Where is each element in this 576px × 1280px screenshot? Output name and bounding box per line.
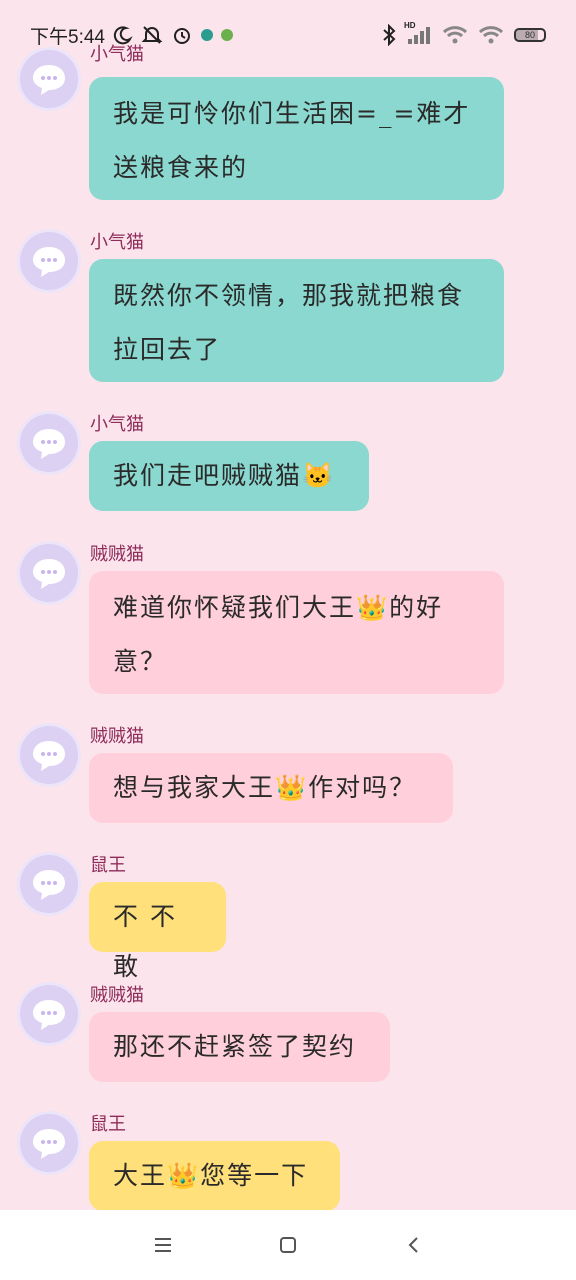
- hd-label: HD: [404, 21, 416, 30]
- wifi-icon: [478, 25, 504, 45]
- avatar[interactable]: [20, 1114, 78, 1172]
- moon-icon: [113, 25, 133, 45]
- message-bubble[interactable]: 难道你怀疑我们大王👑的好 意？: [89, 571, 504, 694]
- chat-face-icon: [33, 429, 65, 459]
- cell-signal-icon: HD: [404, 21, 432, 45]
- status-bar: 下午5:44 HD 80: [0, 0, 576, 70]
- back-chevron-icon[interactable]: [393, 1225, 433, 1265]
- message-bubble[interactable]: 我是可怜你们生活困=_=难才 送粮食来的: [89, 77, 504, 200]
- app-notification-icon: [200, 29, 213, 41]
- battery-icon: 80: [514, 28, 546, 42]
- message-bubble[interactable]: 不 不敢: [89, 882, 226, 981]
- chat-face-icon: [33, 1000, 65, 1030]
- menu-icon[interactable]: [143, 1225, 183, 1265]
- chat-face-icon: [33, 559, 65, 589]
- status-time: 下午5:44: [30, 26, 105, 48]
- sender-name: 贼贼猫: [90, 726, 144, 747]
- app-notification-icon: [220, 29, 233, 41]
- message-bubble[interactable]: 既然你不领情，那我就把粮食 拉回去了: [89, 259, 504, 382]
- sender-name: 小气猫: [90, 232, 144, 253]
- avatar[interactable]: [20, 985, 78, 1043]
- navigation-bar: [0, 1210, 576, 1280]
- message-bubble[interactable]: 想与我家大王👑作对吗？: [89, 753, 453, 823]
- alarm-icon: [171, 24, 193, 46]
- sender-name: 贼贼猫: [90, 985, 144, 1006]
- message-bubble[interactable]: 我们走吧贼贼猫🐱: [89, 441, 369, 511]
- bluetooth-icon: [382, 24, 396, 46]
- mute-bell-icon: [141, 24, 163, 46]
- message-bubble[interactable]: 那还不赶紧签了契约: [89, 1012, 390, 1082]
- avatar[interactable]: [20, 232, 78, 290]
- sender-name: 鼠王: [90, 1114, 126, 1135]
- avatar[interactable]: [20, 855, 78, 913]
- home-square-icon[interactable]: [268, 1225, 308, 1265]
- avatar[interactable]: [20, 726, 78, 784]
- sender-name: 小气猫: [90, 414, 144, 435]
- chat-face-icon: [33, 870, 65, 900]
- chat-face-icon: [33, 741, 65, 771]
- wifi-icon: [442, 25, 468, 45]
- chat-face-icon: [33, 247, 65, 277]
- sender-name: 鼠王: [90, 855, 126, 876]
- chat-face-icon: [33, 1129, 65, 1159]
- chat-list[interactable]: 小气猫 我是可怜你们生活困=_=难才 送粮食来的 小气猫 既然你不领情，那我就把…: [0, 0, 576, 1210]
- avatar[interactable]: [20, 544, 78, 602]
- avatar[interactable]: [20, 414, 78, 472]
- message-bubble[interactable]: 大王👑您等一下: [89, 1141, 340, 1210]
- battery-level: 80: [524, 30, 535, 40]
- sender-name: 贼贼猫: [90, 544, 144, 565]
